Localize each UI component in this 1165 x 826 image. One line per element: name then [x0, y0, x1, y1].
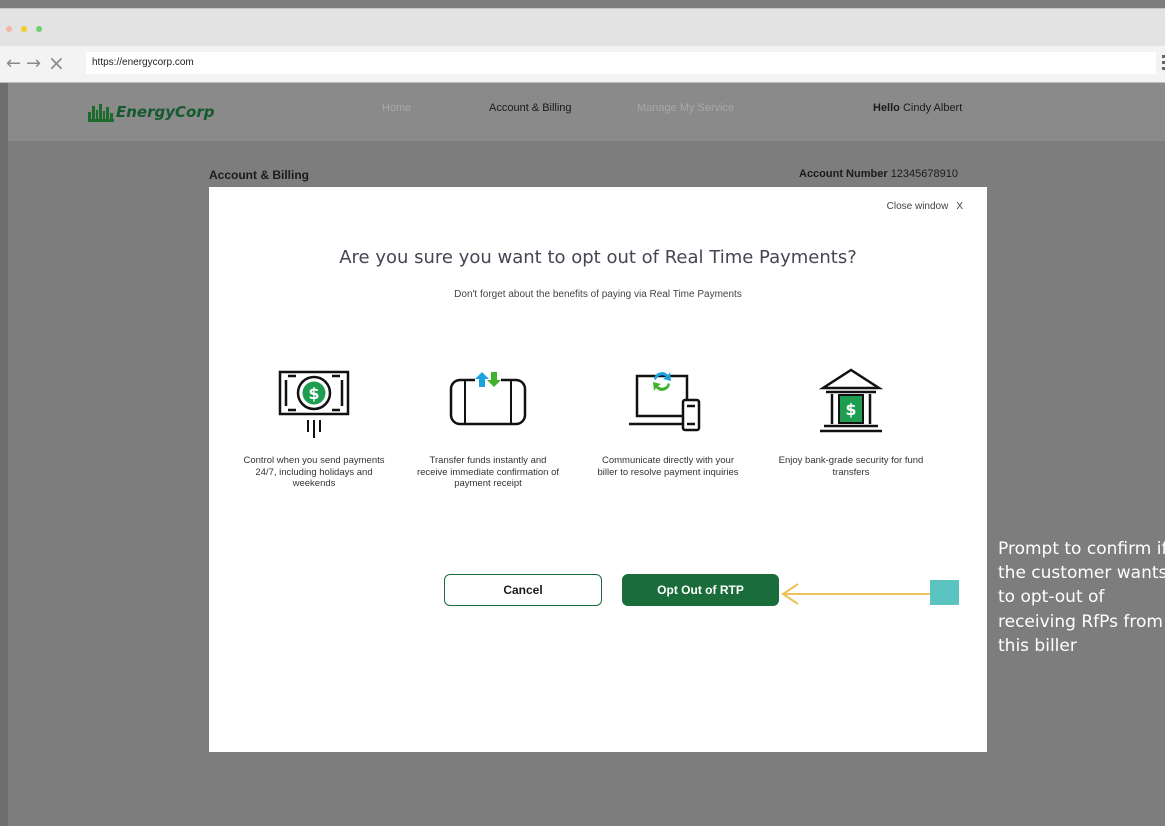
modal-subline: Don't forget about the benefits of payin… — [454, 289, 742, 300]
close-window-label: Close window — [886, 201, 949, 212]
close-icon: X — [956, 201, 963, 212]
benefit-communicate: Communicate directly with your biller to… — [593, 362, 743, 478]
benefit-control-text: Control when you send payments 24/7, inc… — [243, 455, 385, 489]
account-number-label: Account Number — [799, 168, 888, 180]
modal-headline: Are you sure you want to opt out of Real… — [339, 247, 857, 268]
stop-icon[interactable]: × — [48, 51, 65, 75]
forward-arrow-icon[interactable]: → — [26, 53, 41, 74]
account-number: Account Number 12345678910 — [799, 168, 958, 180]
transfer-card-icon — [449, 372, 527, 426]
section-title: Account & Billing — [209, 168, 309, 182]
opt-out-modal: Close window X Are you sure you want to o… — [209, 187, 987, 752]
benefit-control: $ Control when you send payments 24/7, i… — [239, 362, 389, 489]
opt-out-rtp-button[interactable]: Opt Out of RTP — [622, 574, 779, 606]
address-input[interactable]: https://energycorp.com — [86, 52, 1156, 74]
benefit-transfer-text: Transfer funds instantly and receive imm… — [416, 455, 560, 489]
close-window-button[interactable]: Close window X — [887, 201, 963, 212]
benefit-security-text: Enjoy bank-grade security for fund trans… — [778, 455, 924, 478]
svg-text:$: $ — [845, 400, 856, 419]
page-left-edge — [0, 83, 8, 826]
svg-text:$: $ — [308, 384, 319, 403]
benefit-transfer: Transfer funds instantly and receive imm… — [413, 362, 563, 489]
bank-icon: $ — [818, 368, 884, 433]
browser-window: ← → × https://energycorp.com EnergyCorp — [0, 0, 1165, 826]
nav-home[interactable]: Home — [382, 102, 411, 114]
devices-icon — [629, 372, 701, 432]
user-name: Cindy Albert — [902, 102, 963, 114]
benefit-communicate-text: Communicate directly with your biller to… — [597, 455, 739, 478]
nav-manage-service[interactable]: Manage My Service — [637, 102, 734, 114]
city-skyline-icon — [88, 104, 114, 122]
annotation-text: Prompt to confirm if the customer wants … — [998, 539, 1165, 656]
window-minimize-dot[interactable] — [21, 26, 27, 32]
user-greeting[interactable]: Hello Cindy Albert — [873, 102, 962, 114]
cancel-button[interactable]: Cancel — [444, 574, 602, 606]
benefit-security: $ Enjoy bank-grade security for fund tra… — [776, 362, 926, 478]
window-maximize-dot[interactable] — [36, 26, 42, 32]
money-bill-icon: $ — [278, 370, 350, 438]
callout-arrow-line — [782, 593, 930, 595]
browser-urlbar: ← → × https://energycorp.com — [0, 46, 1165, 83]
callout-marker — [930, 580, 959, 605]
browser-titlebar — [0, 8, 1165, 47]
brand-name: EnergyCorp — [116, 103, 215, 121]
back-arrow-icon[interactable]: ← — [6, 53, 21, 74]
nav-account-billing[interactable]: Account & Billing — [489, 102, 572, 114]
energycorp-logo[interactable]: EnergyCorp — [88, 100, 214, 124]
site-header: EnergyCorp Home Account & Billing Manage… — [8, 83, 1165, 141]
account-number-value: 12345678910 — [890, 168, 958, 180]
greeting-prefix: Hello — [873, 102, 900, 114]
window-close-dot[interactable] — [6, 26, 12, 32]
